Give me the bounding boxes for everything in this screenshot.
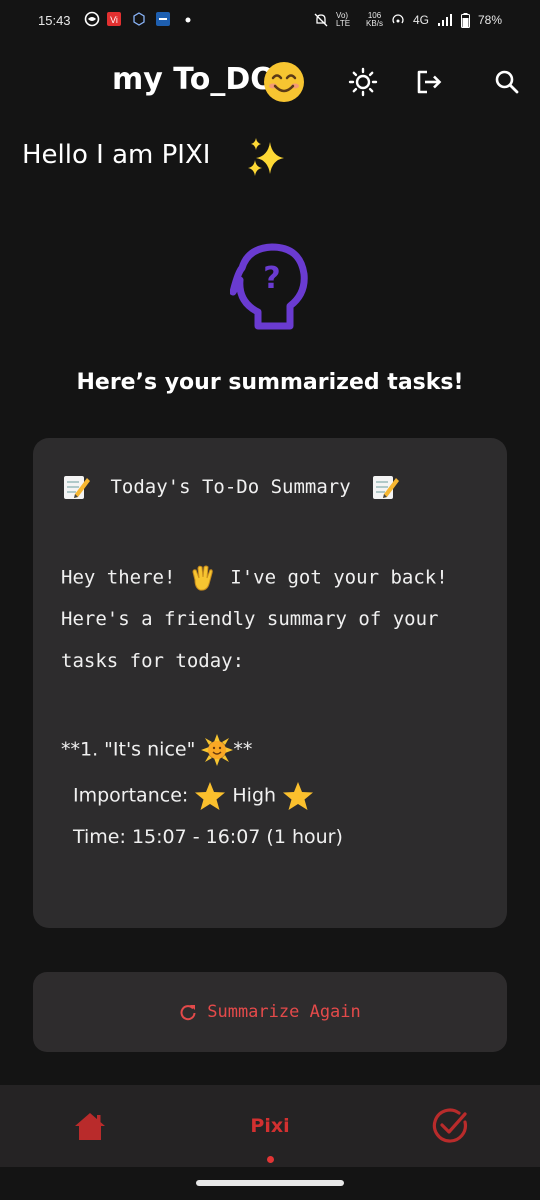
intro-greeting: Hey there! [61,566,176,589]
summary-heading: Today's To-Do Summary [61,472,400,502]
battery-icon [460,12,470,28]
sun-face-icon [201,734,234,766]
battery-level: 78% [477,13,502,27]
nav-home[interactable] [50,1085,130,1167]
app-notification-icon [84,11,100,27]
network-speed-unit: KB/s [366,19,383,28]
search-icon [495,70,519,94]
summary-intro-line2: Here's a friendly summary of your [61,608,439,630]
head-question-icon: ? [230,243,308,330]
task-title: **1. "It's nice" [61,738,196,761]
silent-bell-icon [314,13,328,27]
star-icon [283,782,314,810]
task-title-suffix: ** [233,738,253,761]
nav-pixi[interactable]: Pixi [230,1085,310,1167]
theme-toggle-button[interactable] [343,62,383,102]
app-title: my To_DO [112,62,276,97]
vpn-key-icon [133,12,145,26]
gesture-navigation-bar[interactable] [196,1180,344,1186]
logout-icon [417,70,442,94]
memo-icon [373,476,400,499]
vi-app-icon: Vi [107,12,121,26]
summary-intro-line3: tasks for today: [61,650,245,672]
task-title-line: **1. "It's nice" ** [61,734,252,766]
summarize-again-button[interactable]: Summarize Again [33,972,507,1052]
summary-subtitle: Here’s your summarized tasks! [76,370,464,395]
volte-label: Vo) LTE [336,11,351,28]
network-type: 4G [412,13,429,27]
logout-button[interactable] [409,62,449,102]
app-badge-icon [156,12,170,26]
app-bar: my To_DO [0,54,540,114]
nav-tasks[interactable] [410,1085,490,1167]
search-button[interactable] [487,62,527,102]
summary-card: Today's To-Do Summary Hey there! I've go… [33,438,507,928]
svg-text:?: ? [263,261,280,296]
smiling-face-emoji-icon [264,62,304,102]
signal-icon [437,14,452,26]
task-importance-line: Importance: High [73,780,314,812]
status-right-group: Vo) LTE 106 KB/s 4G 78% [314,12,502,28]
sun-icon [348,67,378,97]
importance-value: High [232,784,277,807]
task-time-line: Time: 15:07 - 16:07 (1 hour) [73,826,343,848]
summarize-again-label: Summarize Again [207,1002,361,1022]
status-time: 15:43 [38,13,71,28]
refresh-icon [180,1005,196,1021]
hotspot-icon [392,14,404,24]
star-icon [195,782,226,810]
summary-heading-text: Today's To-Do Summary [110,475,351,498]
memo-icon [64,476,90,499]
status-bar: 15:43 Vi Vo) LTE 106 KB/s 4G 78% [0,0,540,44]
greeting-text: Hello I am PIXI [22,140,211,170]
home-icon [75,1113,105,1140]
waving-hand-icon [192,565,213,591]
svg-text:Vi: Vi [110,15,118,25]
nav-pixi-label: Pixi [250,1115,290,1137]
more-notifications-dot-icon [185,17,191,23]
importance-label: Importance: [73,784,189,807]
active-tab-indicator [267,1156,274,1163]
summary-intro-line1: Hey there! I've got your back! [61,562,448,594]
sparkles-icon [248,138,284,176]
network-speed: 106 KB/s [366,12,383,28]
bottom-navigation: Pixi [0,1085,540,1167]
intro-back: I've got your back! [230,566,448,589]
check-circle-icon [432,1108,468,1143]
